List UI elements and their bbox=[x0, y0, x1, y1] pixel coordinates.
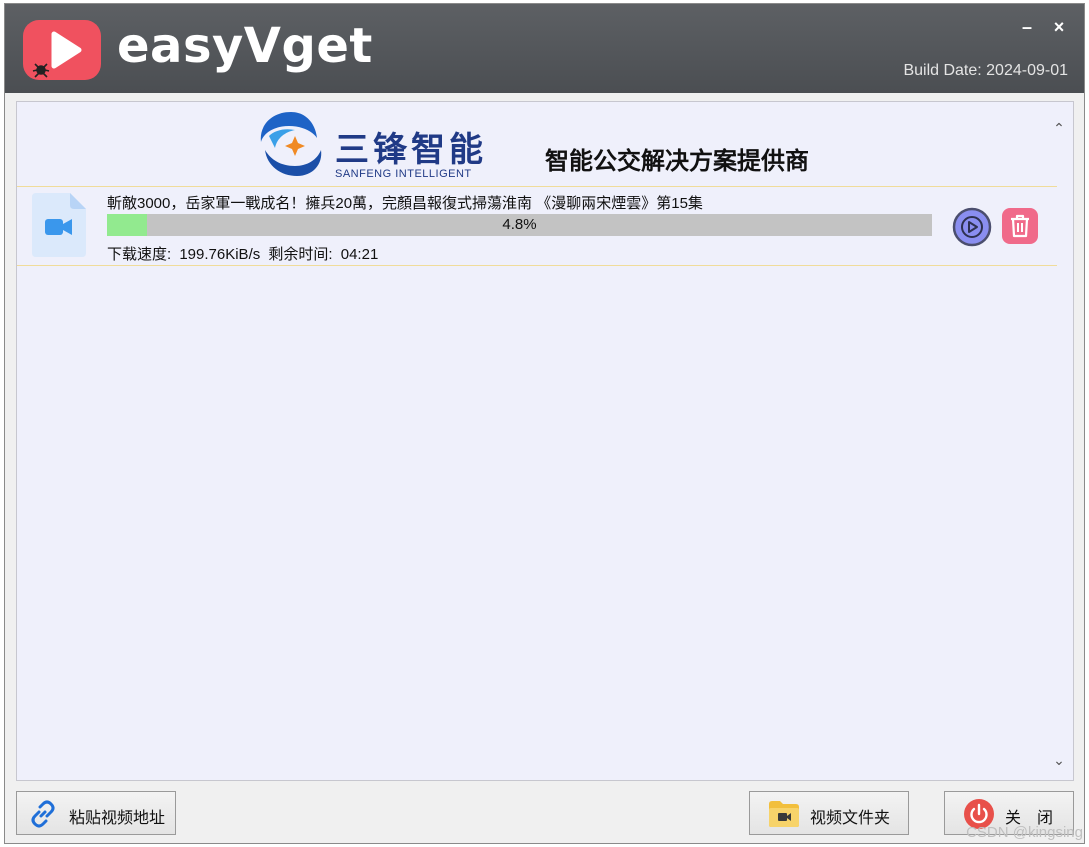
download-stats: 下载速度: 199.76KiB/s 剩余时间: 04:21 bbox=[107, 243, 382, 264]
play-circle-icon[interactable] bbox=[952, 207, 992, 247]
video-title: 斬敵3000，岳家軍一戰成名！擁兵20萬，完顏昌報復式掃蕩淮南 《漫聊兩宋煙雲》… bbox=[107, 195, 703, 212]
scroll-down-icon[interactable]: ⌄ bbox=[1051, 752, 1067, 768]
download-item[interactable]: 斬敵3000，岳家軍一戰成名！擁兵20萬，完顏昌報復式掃蕩淮南 《漫聊兩宋煙雲》… bbox=[17, 186, 1057, 266]
progress-percent: 4.8% bbox=[502, 216, 537, 233]
remaining-value: 04:21 bbox=[340, 246, 379, 263]
trash-icon[interactable] bbox=[1001, 207, 1039, 245]
title-bar[interactable]: easyVget – × Build Date: 2024-09-01 bbox=[5, 4, 1084, 93]
video-folder-icon bbox=[769, 801, 799, 827]
paste-url-label: 粘贴视频地址 bbox=[69, 810, 166, 827]
watermark: CSDN @kingsing bbox=[966, 824, 1083, 841]
minimize-button[interactable]: – bbox=[1016, 16, 1038, 38]
app-title: easyVget bbox=[117, 18, 373, 74]
video-folder-button[interactable]: 视频文件夹 bbox=[749, 791, 909, 835]
remaining-label: 剩余时间: bbox=[268, 246, 333, 263]
link-icon bbox=[31, 800, 55, 828]
app-window: easyVget – × Build Date: 2024-09-01 三锋智能… bbox=[4, 3, 1085, 844]
paste-url-button[interactable]: 粘贴视频地址 bbox=[16, 791, 176, 835]
sponsor-banner: 三锋智能 SANFENG INTELLIGENT 智能公交解决方案提供商 bbox=[255, 108, 845, 180]
sanfeng-logo-icon bbox=[260, 112, 322, 176]
scroll-up-icon[interactable]: ⌃ bbox=[1051, 120, 1067, 136]
download-list-panel[interactable]: 三锋智能 SANFENG INTELLIGENT 智能公交解决方案提供商 ⌃ 斬… bbox=[16, 101, 1074, 781]
play-logo-icon bbox=[23, 20, 101, 80]
banner-brand-en: SANFENG INTELLIGENT bbox=[335, 168, 472, 180]
build-date: Build Date: 2024-09-01 bbox=[903, 62, 1068, 79]
speed-label: 下载速度: bbox=[107, 246, 172, 263]
video-folder-label: 视频文件夹 bbox=[810, 810, 891, 827]
speed-value: 199.76KiB/s bbox=[179, 246, 261, 263]
banner-brand-cn: 三锋智能 bbox=[335, 130, 487, 170]
progress-bar: 4.8% bbox=[107, 214, 932, 236]
close-window-button[interactable]: × bbox=[1048, 16, 1070, 38]
banner-slogan: 智能公交解决方案提供商 bbox=[545, 147, 809, 175]
video-file-icon bbox=[32, 193, 86, 257]
